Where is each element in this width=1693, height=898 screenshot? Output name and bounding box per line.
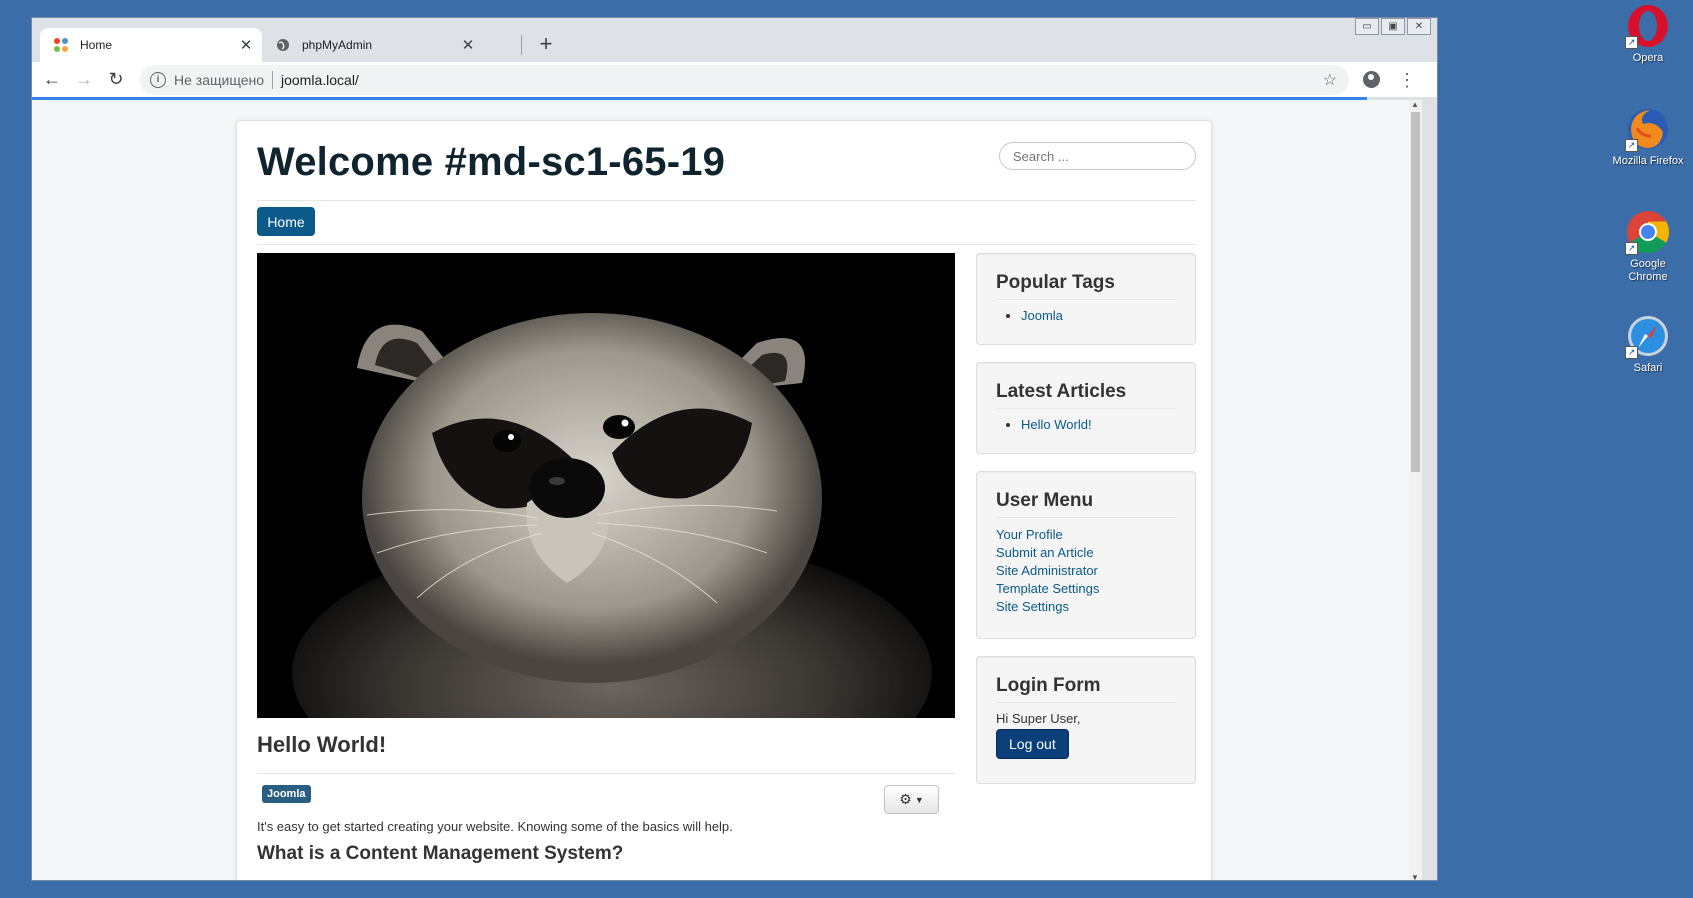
menu-link-submit-article[interactable]: Submit an Article xyxy=(996,544,1176,562)
logout-button[interactable]: Log out xyxy=(996,729,1069,759)
page-viewport: Welcome #md-sc1-65-19 Home xyxy=(32,100,1437,880)
restore-icon[interactable]: ▣ xyxy=(1381,18,1405,35)
desktop-icon-label: Opera xyxy=(1632,52,1664,64)
forward-arrow-icon[interactable]: → xyxy=(68,65,100,95)
tab-phpmyadmin[interactable]: phpMyAdmin ✕ xyxy=(262,28,484,62)
article-options-button[interactable]: ⚙ ▼ xyxy=(884,785,939,814)
desktop-shortcut-firefox[interactable]: ↗ Mozilla Firefox xyxy=(1608,106,1688,168)
globe-icon xyxy=(274,36,292,54)
security-label: Не защищено xyxy=(174,71,264,88)
close-tab-icon[interactable]: ✕ xyxy=(236,36,256,54)
safari-icon: ↗ xyxy=(1625,313,1671,359)
close-window-icon[interactable]: ✕ xyxy=(1407,18,1431,35)
chrome-icon: ↗ xyxy=(1625,209,1671,255)
url-text[interactable]: joomla.local/ xyxy=(281,72,359,88)
gear-icon: ⚙ xyxy=(899,791,912,807)
module-user-menu: User Menu Your Profile Submit an Article… xyxy=(976,471,1196,639)
shortcut-arrow-icon: ↗ xyxy=(1625,139,1638,152)
tab-title: phpMyAdmin xyxy=(302,38,373,52)
scrollbar-thumb[interactable] xyxy=(1411,112,1420,472)
window-controls: ▭ ▣ ✕ xyxy=(1353,18,1431,35)
minimize-icon[interactable]: ▭ xyxy=(1355,18,1379,35)
caret-down-icon: ▼ xyxy=(914,794,924,805)
module-title: User Menu xyxy=(996,490,1176,518)
divider xyxy=(257,773,955,774)
site-title: Welcome #md-sc1-65-19 xyxy=(257,140,726,184)
tab-title: Home xyxy=(80,38,113,52)
menu-link-your-profile[interactable]: Your Profile xyxy=(996,526,1176,544)
browser-toolbar: ← → ↻ i Не защищено joomla.local/ ☆ ⋮ xyxy=(32,62,1437,97)
article-link[interactable]: Hello World! xyxy=(1021,417,1092,432)
desktop-icon-label: Safari xyxy=(1633,362,1663,374)
module-title: Login Form xyxy=(996,675,1176,703)
joomla-favicon-icon xyxy=(52,36,70,54)
article-subheading: What is a Content Management System? xyxy=(257,843,624,864)
close-tab-icon[interactable]: ✕ xyxy=(458,36,478,54)
module-login-form: Login Form Hi Super User, Log out xyxy=(976,656,1196,784)
article-image-raccoon xyxy=(257,253,955,718)
browser-window: Home ✕ phpMyAdmin ✕ + ▭ ▣ ✕ ← → ↻ i Не з… xyxy=(31,17,1438,881)
tag-link[interactable]: Joomla xyxy=(1021,308,1063,323)
desktop-shortcut-safari[interactable]: ↗ Safari xyxy=(1608,313,1688,375)
menu-link-site-administrator[interactable]: Site Administrator xyxy=(996,562,1176,580)
search-input[interactable] xyxy=(999,142,1196,170)
nav-home-link[interactable]: Home xyxy=(257,207,315,236)
tab-home[interactable]: Home ✕ xyxy=(40,28,262,62)
reload-icon[interactable]: ↻ xyxy=(100,65,132,95)
module-title: Latest Articles xyxy=(996,381,1176,409)
desktop-icon-label: Mozilla Firefox xyxy=(1612,155,1684,167)
module-latest-articles: Latest Articles Hello World! xyxy=(976,362,1196,454)
new-tab-button[interactable]: + xyxy=(532,31,560,57)
kebab-menu-icon[interactable]: ⋮ xyxy=(1398,71,1416,89)
info-icon[interactable]: i xyxy=(150,71,166,88)
list-item: Joomla xyxy=(1021,308,1176,323)
shortcut-arrow-icon: ↗ xyxy=(1625,242,1638,255)
shortcut-arrow-icon: ↗ xyxy=(1625,36,1638,49)
site-container: Welcome #md-sc1-65-19 Home xyxy=(236,120,1212,880)
article-intro: It's easy to get started creating your w… xyxy=(257,819,733,834)
tab-separator xyxy=(521,35,522,55)
shortcut-arrow-icon: ↗ xyxy=(1625,346,1638,359)
omnibox-divider xyxy=(272,70,273,89)
desktop-shortcut-chrome[interactable]: ↗ Google Chrome xyxy=(1608,209,1688,284)
desktop-icon-label: Google Chrome xyxy=(1628,258,1668,283)
article-title[interactable]: Hello World! xyxy=(257,732,386,758)
vertical-scrollbar[interactable]: ▲ ▼ xyxy=(1409,100,1422,880)
menu-link-site-settings[interactable]: Site Settings xyxy=(996,598,1176,616)
opera-icon: ↗ xyxy=(1625,3,1671,49)
divider xyxy=(257,244,1196,245)
article-tag-badge[interactable]: Joomla xyxy=(262,785,311,803)
login-greeting: Hi Super User, xyxy=(996,711,1081,726)
module-title: Popular Tags xyxy=(996,272,1176,300)
bookmark-star-icon[interactable]: ☆ xyxy=(1323,70,1337,90)
firefox-icon: ↗ xyxy=(1625,106,1671,152)
module-popular-tags: Popular Tags Joomla xyxy=(976,253,1196,345)
desktop-shortcut-opera[interactable]: ↗ Opera xyxy=(1608,3,1688,65)
back-arrow-icon[interactable]: ← xyxy=(36,65,68,95)
tab-strip: Home ✕ phpMyAdmin ✕ + ▭ ▣ ✕ xyxy=(32,18,1437,62)
account-icon[interactable] xyxy=(1363,71,1380,88)
window-edge xyxy=(1422,100,1437,880)
scroll-up-icon[interactable]: ▲ xyxy=(1411,100,1419,109)
list-item: Hello World! xyxy=(1021,417,1176,432)
menu-link-template-settings[interactable]: Template Settings xyxy=(996,580,1176,598)
divider xyxy=(257,200,1196,201)
scroll-down-icon[interactable]: ▼ xyxy=(1411,873,1419,880)
address-bar[interactable]: i Не защищено joomla.local/ ☆ xyxy=(140,64,1349,95)
